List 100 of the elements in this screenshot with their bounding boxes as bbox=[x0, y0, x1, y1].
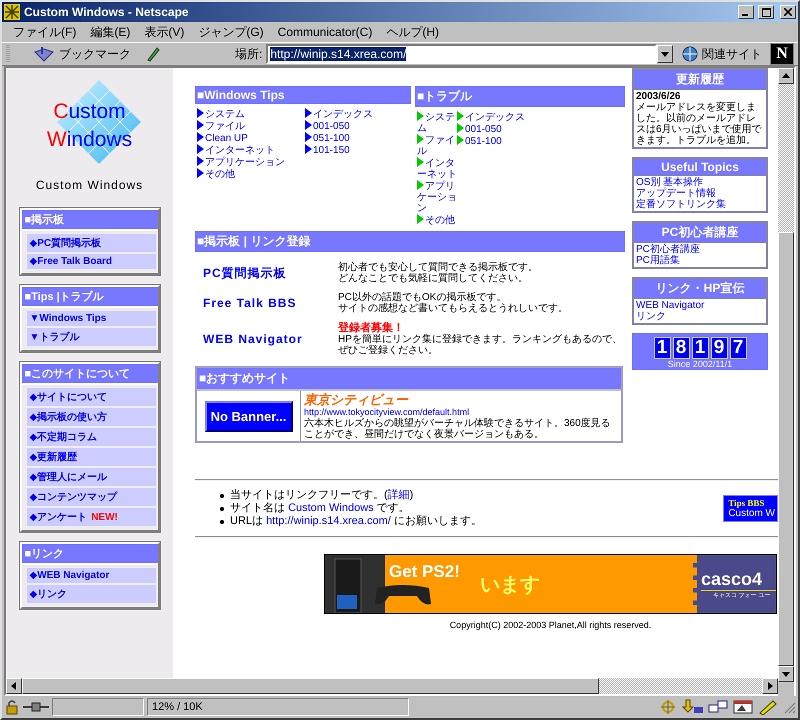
section-heading: ■おすすめサイト bbox=[197, 368, 621, 389]
scroll-up-button[interactable] bbox=[778, 68, 794, 84]
close-icon bbox=[784, 8, 792, 16]
lock-icon bbox=[4, 699, 20, 715]
section-heading: ■掲示板 | リンク登録 bbox=[195, 231, 625, 252]
text-link[interactable]: アップデート情報 bbox=[636, 188, 764, 199]
scroll-left-button[interactable] bbox=[6, 678, 22, 694]
sidebar-link[interactable]: ◆サイトについて bbox=[26, 388, 156, 406]
menu-item[interactable]: Communicator(C) bbox=[270, 25, 380, 39]
scrollbar-thumb[interactable] bbox=[22, 678, 600, 694]
tips-link[interactable]: ファイル bbox=[417, 134, 457, 157]
tips-link[interactable]: 051-100 bbox=[305, 132, 405, 144]
menu-item[interactable]: ファイル(F) bbox=[6, 24, 84, 40]
sidebar-link[interactable]: ◆管理人にメール bbox=[26, 468, 156, 486]
down-arrow-icon bbox=[782, 670, 790, 678]
tips-link[interactable]: システム bbox=[417, 111, 457, 134]
logo-text: Custom bbox=[53, 99, 126, 125]
text-link[interactable]: PC用語集 bbox=[636, 255, 764, 266]
tips-link[interactable]: 001-050 bbox=[457, 123, 547, 135]
logo-text: Windows bbox=[46, 127, 132, 153]
sidebar-link[interactable]: ◆リンク bbox=[26, 585, 156, 603]
sidebar-link[interactable]: ▼Windows Tips bbox=[26, 311, 156, 326]
sidebar-link[interactable]: ◆不定期コラム bbox=[26, 428, 156, 446]
text-link[interactable]: 定番ソフトリンク集 bbox=[636, 199, 764, 210]
tips-link[interactable]: ファイル bbox=[197, 120, 305, 132]
text-link[interactable]: WEB Navigator bbox=[636, 300, 764, 311]
board-link[interactable]: Free Talk BBS bbox=[203, 296, 328, 310]
tips-link[interactable]: その他 bbox=[197, 168, 305, 180]
board-link[interactable]: PC質問掲示板 bbox=[203, 264, 328, 282]
panel-heading: ■掲示板 bbox=[22, 210, 158, 231]
link-banner[interactable]: Tips BBS Custom W bbox=[723, 495, 778, 522]
chat-icon bbox=[707, 699, 729, 715]
sidebar-link[interactable]: ◆Free Talk Board bbox=[26, 254, 156, 269]
panel-heading: ■リンク bbox=[22, 544, 158, 565]
list-item-text: URLは http://winip.s14.xrea.com/ にお願いします。 bbox=[230, 515, 482, 528]
ad-slogan: います bbox=[480, 572, 540, 598]
browser-logo: N bbox=[770, 43, 794, 65]
menu-item[interactable]: 表示(V) bbox=[137, 24, 192, 40]
sidebar-link[interactable]: ◆更新履歴 bbox=[26, 448, 156, 466]
scroll-down-button[interactable] bbox=[778, 666, 794, 682]
text-link[interactable]: 詳細 bbox=[388, 489, 410, 501]
tips-link[interactable]: Clean UP bbox=[197, 132, 305, 144]
tips-link[interactable]: インデックス bbox=[457, 111, 547, 123]
bookmarks-button[interactable]: ブックマーク bbox=[30, 46, 135, 62]
maximize-button[interactable] bbox=[758, 5, 774, 19]
sidebar-link[interactable]: ◆アンケート NEW! bbox=[26, 508, 156, 526]
board-link[interactable]: WEB Navigator bbox=[203, 332, 328, 346]
list-item-text: サイト名は Custom Windows です。 bbox=[230, 502, 410, 515]
text-link[interactable]: PC初心者講座 bbox=[636, 244, 764, 255]
menu-item[interactable]: ジャンプ(G) bbox=[191, 24, 271, 40]
url-field[interactable]: http://winip.s14.xrea.com/ bbox=[266, 44, 657, 64]
text-link[interactable]: OS別 基本操作 bbox=[636, 177, 764, 188]
menu-item[interactable]: 編集(E) bbox=[83, 24, 138, 40]
tips-link[interactable]: アプリケーション bbox=[197, 156, 305, 168]
scrollbar-thumb[interactable] bbox=[778, 232, 794, 666]
copyright-text: Copyright(C) 2002-2003 Planet,All rights reserved. bbox=[450, 620, 652, 630]
scroll-right-button[interactable] bbox=[762, 678, 778, 694]
text-link[interactable]: http://winip.s14.xrea.com/ bbox=[266, 515, 391, 527]
tips-link[interactable]: 051-100 bbox=[457, 135, 547, 147]
maximize-icon bbox=[762, 8, 770, 16]
related-sites-button[interactable]: 関連サイト bbox=[677, 45, 766, 63]
panel-heading: PC初心者講座 bbox=[634, 223, 766, 242]
menu-item[interactable]: ヘルプ(H) bbox=[379, 24, 446, 40]
download-icon bbox=[682, 699, 704, 715]
left-arrow-icon bbox=[10, 682, 18, 690]
sidebar-link[interactable]: ◆WEB Navigator bbox=[26, 568, 156, 583]
notice-text: 登録者募集！ bbox=[338, 322, 405, 334]
dropdown-button[interactable] bbox=[657, 45, 673, 63]
sidebar-link[interactable]: ◆掲示板の使い方 bbox=[26, 408, 156, 426]
ad-brand: casco4 bbox=[701, 568, 776, 590]
close-button[interactable] bbox=[780, 5, 796, 19]
update-text: メールアドレスを変更しました。以前のメールアドレスは6月いっぱいまで使用できます。トラブルを追加。 bbox=[636, 102, 763, 146]
tips-link[interactable]: 001-050 bbox=[305, 120, 405, 132]
description-text: 初心者でも安心して質問できる掲示板です。 bbox=[338, 262, 539, 273]
url-link[interactable]: http://www.tokyocityview.com/default.html bbox=[304, 407, 618, 418]
description-text: どんなことでも気軽に質問してください。 bbox=[338, 273, 529, 284]
bullet-icon bbox=[220, 506, 224, 510]
text-link[interactable]: リンク bbox=[636, 311, 764, 322]
banner-button[interactable]: No Banner... bbox=[204, 400, 292, 432]
sidebar-link[interactable]: ▼トラブル bbox=[26, 328, 156, 346]
sidebar-link[interactable]: ◆PC質問掲示板 bbox=[26, 234, 156, 252]
tips-link[interactable]: インデックス bbox=[305, 108, 405, 120]
connection-icon bbox=[23, 701, 49, 713]
tips-link[interactable]: インターネット bbox=[417, 157, 457, 180]
sidebar-link[interactable]: ◆コンテンツマップ bbox=[26, 488, 156, 506]
text-link[interactable]: Custom Windows bbox=[288, 502, 374, 514]
tips-link[interactable]: アプリケーション bbox=[417, 180, 457, 214]
tips-link[interactable]: インターネット bbox=[197, 144, 305, 156]
description-text: PC以外の話題でもOKの掲示板です。 bbox=[338, 292, 508, 303]
gamepad-icon bbox=[373, 582, 433, 606]
tips-link[interactable]: システム bbox=[197, 108, 305, 120]
bookmark-icon bbox=[34, 46, 56, 62]
tips-link[interactable]: 101-150 bbox=[305, 144, 405, 156]
console-drawing bbox=[325, 555, 385, 613]
right-arrow-icon bbox=[766, 682, 774, 690]
down-arrow-icon bbox=[661, 50, 669, 58]
tips-link[interactable]: その他 bbox=[417, 214, 457, 226]
counter-digit: 8 bbox=[672, 337, 690, 359]
counter-digit: 1 bbox=[692, 337, 708, 359]
minimize-button[interactable] bbox=[738, 5, 754, 19]
